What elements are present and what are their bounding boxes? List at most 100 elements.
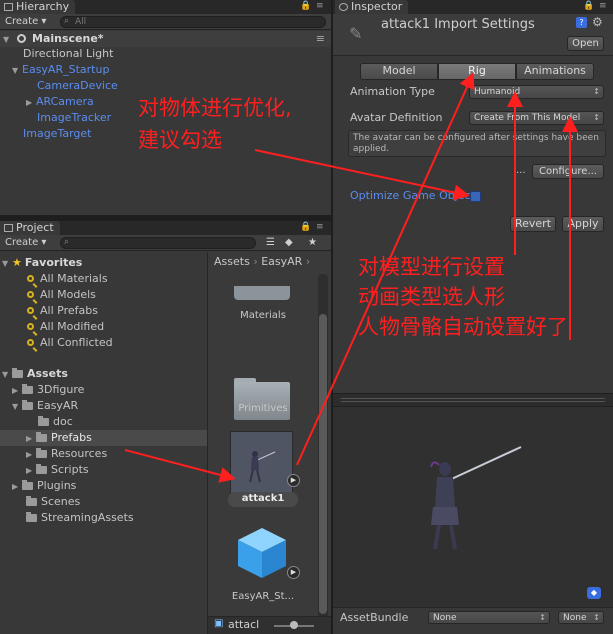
assetbundle-variant-dropdown[interactable]: None bbox=[558, 611, 604, 624]
expand-icon[interactable]: ▼ bbox=[2, 367, 12, 383]
hierarchy-item[interactable]: ▼ EasyAR_Startup bbox=[0, 62, 331, 78]
favorite-item[interactable]: All Models bbox=[0, 287, 207, 303]
open-button[interactable]: Open bbox=[567, 36, 604, 51]
asset-folder[interactable]: doc bbox=[0, 414, 207, 430]
asset-folder[interactable]: ▶ Plugins bbox=[0, 478, 207, 494]
favorite-item[interactable]: All Prefabs bbox=[0, 303, 207, 319]
project-icon bbox=[4, 224, 13, 232]
model-preview[interactable]: ◆ bbox=[333, 407, 613, 607]
hierarchy-tab[interactable]: Hierarchy bbox=[0, 0, 76, 14]
zoom-slider-thumb[interactable] bbox=[290, 621, 298, 629]
collapse-icon[interactable]: ▶ bbox=[26, 463, 36, 479]
asset-folder[interactable]: ▶ 3Dfigure bbox=[0, 382, 207, 398]
tag-icon[interactable]: ◆ bbox=[587, 587, 601, 599]
apply-button[interactable]: Apply bbox=[562, 216, 604, 232]
hierarchy-item[interactable]: Directional Light bbox=[0, 46, 331, 62]
favorite-item[interactable]: All Modified bbox=[0, 319, 207, 335]
gear-icon[interactable]: ⚙ bbox=[592, 15, 603, 29]
folder-icon bbox=[36, 448, 47, 458]
asset-folder[interactable]: ▶ Resources bbox=[0, 446, 207, 462]
asset-folder[interactable]: ▼ EasyAR bbox=[0, 398, 207, 414]
scene-row[interactable]: ▼ Mainscene* ≡ bbox=[0, 31, 331, 47]
optimize-checkbox[interactable] bbox=[470, 191, 481, 202]
search-filter-icon bbox=[27, 307, 34, 314]
star-icon[interactable]: ★ bbox=[308, 236, 317, 250]
asset-type-icon: ▣ bbox=[214, 618, 224, 629]
project-tab[interactable]: Project bbox=[0, 221, 60, 235]
asset-folder-selected[interactable]: ▶ Prefabs bbox=[0, 430, 207, 446]
inspector-tab[interactable]: Inspector bbox=[335, 0, 409, 14]
breadcrumb-item[interactable]: EasyAR bbox=[261, 255, 302, 268]
collapse-icon[interactable]: ▶ bbox=[12, 479, 22, 495]
breadcrumb: Assets › EasyAR › bbox=[208, 254, 331, 270]
folder-icon bbox=[26, 512, 37, 522]
project-bottom-bar: ▣ attacl bbox=[208, 616, 331, 634]
lock-icon[interactable]: 🔒 bbox=[300, 1, 311, 11]
info-text: The avatar can be configured after setti… bbox=[353, 133, 599, 154]
menu-icon[interactable]: ≡ bbox=[599, 1, 607, 11]
lock-icon[interactable]: 🔒 bbox=[583, 1, 594, 11]
collapse-icon[interactable]: ▶ bbox=[12, 383, 22, 399]
character-preview-icon bbox=[430, 446, 522, 550]
create-button[interactable]: Create ▾ bbox=[5, 236, 46, 250]
scene-menu-icon[interactable]: ≡ bbox=[316, 31, 325, 47]
scrollbar[interactable] bbox=[318, 274, 328, 624]
grid-item-label: attack1 bbox=[241, 493, 285, 504]
configure-button[interactable]: Configure... bbox=[532, 164, 604, 179]
breadcrumb-separator: › bbox=[305, 255, 311, 268]
import-tabs: Model Rig Animations bbox=[360, 63, 594, 80]
selected-asset-path[interactable]: attacl bbox=[228, 618, 259, 631]
collapse-icon[interactable]: ▶ bbox=[26, 95, 36, 111]
hierarchy-toolbar: Create ▾ All bbox=[0, 14, 331, 30]
annotation-rig-settings: 对模型进行设置 动画类型选人形 人物骨骼自动设置好了 bbox=[358, 255, 568, 339]
collapse-icon[interactable]: ▶ bbox=[26, 431, 36, 447]
collapse-icon[interactable]: ▶ bbox=[26, 447, 36, 463]
assets-header[interactable]: ▼ Assets bbox=[0, 366, 207, 382]
materials-folder-icon[interactable] bbox=[234, 286, 290, 300]
expand-icon[interactable]: ▼ bbox=[2, 256, 12, 272]
search-input[interactable]: All bbox=[60, 16, 326, 28]
assetbundle-dropdown[interactable]: None bbox=[428, 611, 550, 624]
asset-folder[interactable]: ▶ Scripts bbox=[0, 462, 207, 478]
preview-splitter[interactable] bbox=[333, 393, 613, 407]
favorite-item[interactable]: All Materials bbox=[0, 271, 207, 287]
grid-item-label: EasyAR_St... bbox=[231, 591, 295, 602]
play-icon[interactable]: ▶ bbox=[287, 566, 300, 579]
play-icon[interactable]: ▶ bbox=[287, 474, 300, 487]
zoom-slider[interactable] bbox=[274, 621, 314, 629]
label-icon[interactable]: ◆ bbox=[285, 236, 293, 250]
folder-icon bbox=[22, 384, 33, 394]
tab-model[interactable]: Model bbox=[360, 63, 438, 80]
annotation-optimize: 对物体进行优化, 建议勾选 bbox=[138, 96, 292, 152]
lock-icon[interactable]: 🔒 bbox=[300, 222, 311, 232]
hierarchy-tab-bar: Hierarchy 🔒 ≡ bbox=[0, 0, 331, 14]
ellipsis-text: ... bbox=[516, 165, 526, 176]
revert-button[interactable]: Revert bbox=[510, 216, 556, 232]
asset-folder[interactable]: Scenes bbox=[0, 494, 207, 510]
create-button[interactable]: Create ▾ bbox=[5, 15, 46, 29]
avatar-definition-dropdown[interactable]: Create From This Model bbox=[469, 111, 604, 125]
expand-icon[interactable]: ▼ bbox=[12, 399, 22, 415]
project-toolbar: Create ▾ ☰ ◆ ★ bbox=[0, 235, 331, 251]
inspector-title: attack1 Import Settings bbox=[381, 17, 535, 32]
tab-rig[interactable]: Rig bbox=[438, 63, 516, 80]
animation-type-label: Animation Type bbox=[350, 85, 435, 98]
filter-type-icon[interactable]: ☰ bbox=[266, 236, 275, 250]
favorite-item[interactable]: All Conflicted bbox=[0, 335, 207, 351]
attack1-thumbnail[interactable] bbox=[230, 431, 293, 494]
project-search-input[interactable] bbox=[60, 237, 256, 249]
animation-type-dropdown[interactable]: Humanoid bbox=[469, 85, 604, 99]
help-icon[interactable]: ? bbox=[576, 17, 587, 28]
prefab-cube-icon[interactable] bbox=[234, 524, 290, 580]
menu-icon[interactable]: ≡ bbox=[316, 1, 324, 11]
asset-folder[interactable]: StreamingAssets bbox=[0, 510, 207, 526]
favorites-header[interactable]: ▼ ★ Favorites bbox=[0, 255, 207, 271]
breadcrumb-item[interactable]: Assets bbox=[214, 255, 250, 268]
menu-icon[interactable]: ≡ bbox=[316, 222, 324, 232]
search-filter-icon bbox=[27, 275, 34, 282]
expand-icon[interactable]: ▼ bbox=[12, 63, 22, 79]
tab-animations[interactable]: Animations bbox=[516, 63, 594, 80]
unity-scene-icon bbox=[16, 34, 26, 43]
scrollbar-thumb[interactable] bbox=[319, 314, 327, 614]
grid-item-label: Primitives bbox=[238, 403, 288, 414]
